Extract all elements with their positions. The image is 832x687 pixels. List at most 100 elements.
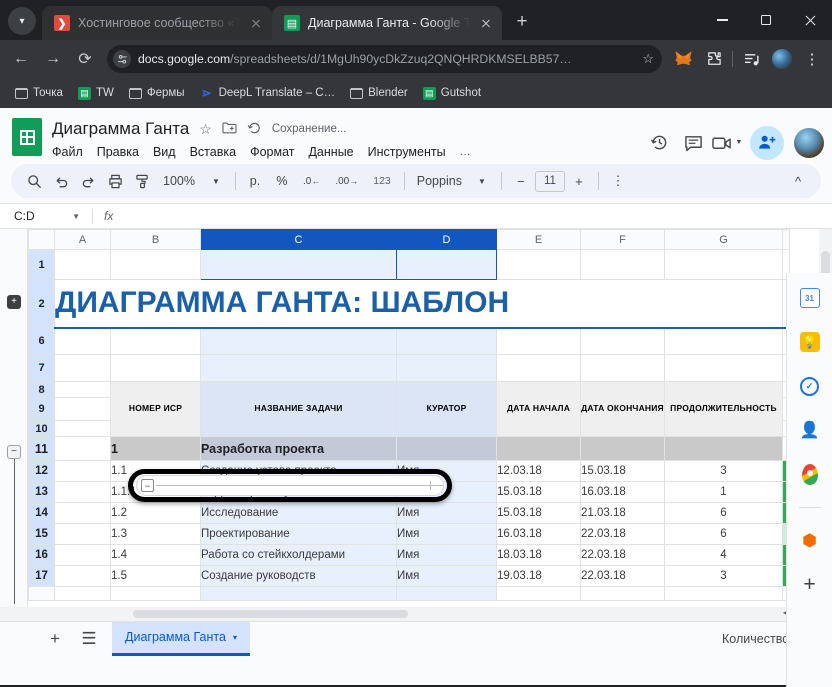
cell[interactable] [664,249,783,280]
sheet-tab-gantt[interactable]: Диаграмма Ганта ▾ [112,621,250,656]
duration-cell[interactable]: 1 [664,481,783,503]
cell[interactable] [496,354,581,382]
bookmark-star-icon[interactable]: ☆ [642,51,654,67]
cell[interactable] [54,381,111,398]
browser-tab-1[interactable]: ▤ Диаграмма Ганта - Google Таб [272,6,502,40]
end-date-cell[interactable]: 21.03.18 [580,502,665,524]
wbs-cell[interactable]: 1.2 [110,502,201,524]
new-tab-button[interactable]: + [508,8,536,36]
cell[interactable] [200,249,397,280]
row-group-collapse-button[interactable]: − [7,445,21,459]
move-to-folder-icon[interactable] [222,121,237,137]
cell[interactable] [54,586,111,601]
cell[interactable] [54,436,111,461]
cell[interactable] [200,354,397,382]
chevron-down-icon[interactable]: ▼ [469,168,495,194]
end-date-cell[interactable]: 22.03.18 [580,523,665,545]
google-tasks-icon[interactable]: ✓ [799,375,821,397]
menu-tools[interactable]: Инструменты [368,145,446,159]
cell[interactable] [54,544,111,566]
spreadsheet-grid[interactable]: + − A B C D E F G 1 2 ДИАГРАММА ГАНТА: Ш… [0,229,832,607]
table-header-cell[interactable]: ДАТА НАЧАЛА [496,381,581,437]
end-date-cell[interactable]: 22.03.18 [580,565,665,587]
document-title[interactable]: Диаграмма Ганта [52,119,189,139]
account-avatar[interactable] [794,127,824,158]
search-icon[interactable] [21,168,47,194]
row-group-expand-button[interactable]: + [7,295,21,309]
cell[interactable] [664,586,783,601]
end-date-cell[interactable]: 22.03.18 [580,544,665,566]
row-header[interactable]: 2 [28,279,55,328]
redo-icon[interactable] [75,168,101,194]
cell[interactable] [54,397,111,421]
menu-view[interactable]: Вид [153,145,176,159]
wbs-cell[interactable]: 1.3 [110,523,201,545]
cell[interactable] [496,586,581,601]
horizontal-scrollbar-thumb[interactable] [133,610,408,618]
menu-insert[interactable]: Вставка [190,145,236,159]
decrease-decimal-button[interactable]: .0 ← [296,168,327,194]
google-contacts-icon[interactable]: 👤 [799,419,821,441]
address-bar[interactable]: docs.google.com/spreadsheets/d/1MgUh90yc… [107,45,662,73]
chevron-down-icon[interactable]: ▾ [233,633,237,642]
table-header-cell[interactable]: НАЗВАНИЕ ЗАДАЧИ [200,381,397,437]
start-date-cell[interactable]: 15.03.18 [496,481,581,503]
chrome-menu-icon[interactable]: ⋮ [798,45,826,73]
back-icon[interactable]: ← [6,44,36,74]
cell[interactable] [396,327,497,355]
cell[interactable] [200,327,397,355]
table-header-cell[interactable]: НОМЕР ИСР [110,381,201,437]
menu-edit[interactable]: Правка [97,145,139,159]
cell[interactable] [580,249,665,280]
meet-camera-icon[interactable]: ▼ [711,127,743,159]
owner-cell[interactable]: Имя [396,565,497,587]
more-formats-button[interactable]: 123 [366,168,398,194]
row-header[interactable]: 6 [28,327,55,355]
cell[interactable] [664,436,783,461]
cell[interactable] [110,354,201,382]
end-date-cell[interactable]: 16.03.18 [580,481,665,503]
site-settings-icon[interactable] [113,50,131,68]
duration-cell[interactable]: 6 [664,502,783,524]
task-cell[interactable]: Проектирование [200,523,397,545]
cell[interactable] [396,436,497,461]
column-group-collapse-button[interactable]: − [141,479,154,492]
column-header-B[interactable]: B [110,229,201,250]
more-options-icon[interactable]: ⋮ [605,168,631,194]
decrease-font-size-button[interactable]: − [508,168,534,194]
start-date-cell[interactable]: 16.03.18 [496,523,581,545]
column-header-F[interactable]: F [580,229,665,250]
cell[interactable] [54,420,111,437]
profile-avatar[interactable] [768,45,796,73]
group-task-cell[interactable]: Разработка проекта [200,436,397,461]
google-keep-icon[interactable]: 💡 [799,331,821,353]
task-cell[interactable]: Работа со стейкхолдерами [200,544,397,566]
table-header-cell[interactable]: ДАТА ОКОНЧАНИЯ [580,381,665,437]
tab-search-button[interactable]: ▾ [8,7,36,35]
close-icon[interactable] [248,15,264,31]
start-date-cell[interactable]: 12.03.18 [496,460,581,482]
group-wbs-cell[interactable]: 1 [110,436,201,461]
row-header[interactable]: 1 [28,249,55,280]
duration-cell[interactable]: 3 [664,460,783,482]
row-header[interactable]: 16 [28,544,55,566]
close-window-button[interactable] [788,3,832,37]
menu-data[interactable]: Данные [308,145,353,159]
print-icon[interactable] [102,168,128,194]
close-icon[interactable] [478,15,494,31]
bookmark-item[interactable]: ⋗ DeepL Translate – C… [194,83,342,103]
paint-format-icon[interactable] [129,168,155,194]
sheet-title-cell[interactable]: ДИАГРАММА ГАНТА: ШАБЛОН [54,279,783,329]
cell[interactable] [54,460,111,482]
start-date-cell[interactable]: 19.03.18 [496,565,581,587]
cell[interactable] [580,327,665,355]
cell[interactable] [580,586,665,601]
zoom-level-select[interactable]: 100% [156,168,202,194]
cell[interactable] [496,327,581,355]
row-header[interactable]: 11 [28,436,55,461]
google-calendar-icon[interactable]: 31 [799,287,821,309]
cell[interactable] [580,354,665,382]
cell[interactable] [396,354,497,382]
duration-cell[interactable]: 6 [664,523,783,545]
menu-format[interactable]: Формат [250,145,294,159]
